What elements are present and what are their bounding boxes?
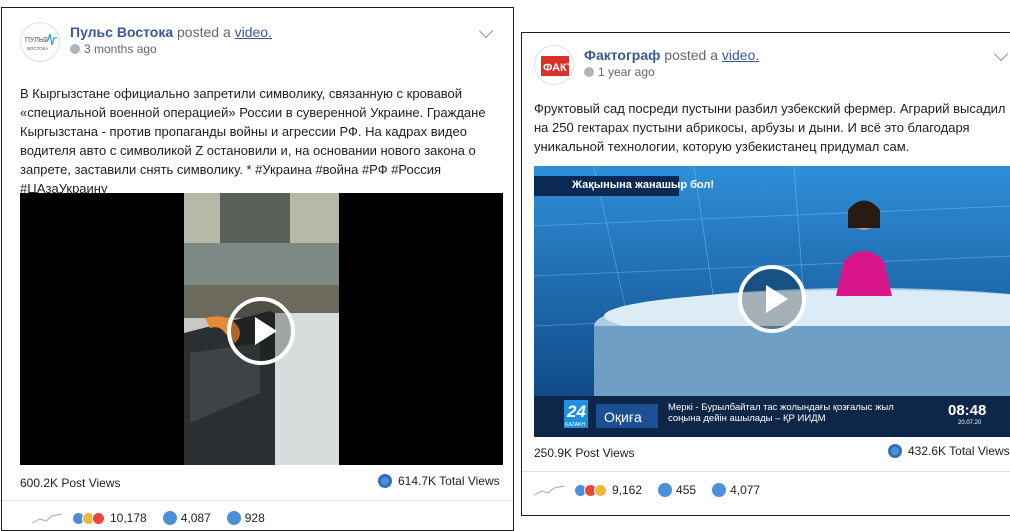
total-views-icon xyxy=(888,444,902,458)
post-card: ФАКТ Фактограф posted a video. 1 year ag… xyxy=(521,32,1010,516)
video-link[interactable]: video. xyxy=(722,47,759,63)
globe-icon xyxy=(584,67,594,77)
globe-icon xyxy=(70,44,80,54)
comment-count[interactable]: 4,087 xyxy=(181,511,211,525)
chevron-down-icon[interactable] xyxy=(478,23,494,39)
ticker-label: Оқиға xyxy=(604,409,642,425)
svg-text:ФАКТ: ФАКТ xyxy=(543,62,574,74)
svg-text:ВОСТОКА: ВОСТОКА xyxy=(27,46,48,51)
sparkline-icon xyxy=(534,485,564,496)
divider xyxy=(2,500,513,501)
post-card: ПУЛЬС ВОСТОКА Пульс Востока posted a vid… xyxy=(1,7,514,531)
comment-icon xyxy=(162,511,177,525)
share-count[interactable]: 928 xyxy=(245,511,265,525)
total-views: 432.6K Total Views xyxy=(888,444,1010,458)
chevron-down-icon[interactable] xyxy=(993,46,1009,62)
share-icon xyxy=(226,511,241,525)
post-header: ФАКТ Фактограф posted a video. 1 year ag… xyxy=(534,45,1009,85)
page-name[interactable]: Пульс Востока xyxy=(70,24,173,40)
channel-logo: 24 xyxy=(567,402,586,421)
pulse-logo-icon: ПУЛЬС ВОСТОКА xyxy=(25,33,57,51)
page-name[interactable]: Фактограф xyxy=(584,47,660,63)
faktograf-logo-icon: ФАКТ xyxy=(536,47,574,84)
wow-icon xyxy=(594,483,607,497)
post-body: В Кыргызстане официально запретили симво… xyxy=(20,86,486,196)
play-icon[interactable] xyxy=(227,297,295,365)
post-header: ПУЛЬС ВОСТОКА Пульс Востока posted a vid… xyxy=(20,22,495,62)
total-views-value: 432.6K Total Views xyxy=(908,444,1010,458)
post-time[interactable]: 1 year ago xyxy=(598,65,655,79)
post-views: 250.9K Post Views xyxy=(534,446,635,460)
divider xyxy=(522,471,1010,472)
svg-text:ПУЛЬС: ПУЛЬС xyxy=(25,37,48,44)
posted-text: posted a xyxy=(173,24,235,40)
post-time[interactable]: 3 months ago xyxy=(84,42,157,56)
share-icon xyxy=(712,483,727,497)
comment-icon xyxy=(658,483,673,497)
play-icon[interactable] xyxy=(738,265,806,333)
channel-sub: KAZAKH xyxy=(565,422,586,428)
video-player[interactable]: Жақынына жанашыр бол! 24 KAZAKH Оқиға Ме… xyxy=(534,166,1010,437)
reaction-count[interactable]: 9,162 xyxy=(612,483,642,497)
total-views: 614.7K Total Views xyxy=(378,474,500,488)
total-views-value: 614.7K Total Views xyxy=(398,474,500,488)
comment-count[interactable]: 455 xyxy=(676,483,696,497)
reaction-count[interactable]: 10,178 xyxy=(110,511,147,525)
post-meta: Фактограф posted a video. 1 year ago xyxy=(584,47,759,79)
engagement-row: 9,162 455 4,077 xyxy=(534,483,760,497)
love-icon xyxy=(92,511,105,525)
posted-text: posted a xyxy=(660,47,722,63)
ticker-text: Меркі - Бурылбайтал тас жолындағы қозғал… xyxy=(668,402,894,424)
post-body: Фруктовый сад посреди пустыни разбил узб… xyxy=(534,101,1006,154)
post-views: 600.2K Post Views xyxy=(20,476,121,490)
clock: 08:48 xyxy=(948,402,987,419)
post-meta: Пульс Востока posted a video. 3 months a… xyxy=(70,24,272,56)
sparkline-icon xyxy=(32,513,62,524)
share-count[interactable]: 4,077 xyxy=(730,483,760,497)
page-avatar[interactable]: ПУЛЬС ВОСТОКА xyxy=(20,22,60,62)
total-views-icon xyxy=(378,474,392,488)
banner-text: Жақынына жанашыр бол! xyxy=(572,179,714,191)
engagement-row: 10,178 4,087 928 xyxy=(32,511,265,525)
video-player[interactable] xyxy=(20,193,503,465)
video-link[interactable]: video. xyxy=(235,24,272,40)
date: 20.07.20 xyxy=(958,420,982,426)
page-avatar[interactable]: ФАКТ xyxy=(534,45,574,85)
